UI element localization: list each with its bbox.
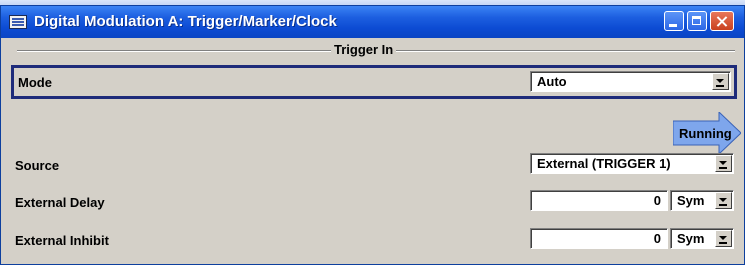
mode-label: Mode <box>18 75 52 90</box>
window-menu-icon[interactable] <box>9 15 27 29</box>
chevron-down-icon[interactable] <box>715 155 732 172</box>
external-delay-value: 0 <box>653 193 661 208</box>
mode-select[interactable]: Auto <box>530 71 731 92</box>
external-inhibit-unit: Sym <box>677 231 705 246</box>
maximize-button[interactable] <box>687 11 707 31</box>
window-title: Digital Modulation A: Trigger/Marker/Clo… <box>34 13 337 30</box>
minimize-button[interactable] <box>664 11 684 31</box>
mode-select-value: Auto <box>537 74 567 89</box>
source-label: Source <box>15 158 60 173</box>
chevron-down-icon[interactable] <box>715 192 732 209</box>
close-button[interactable] <box>710 11 734 31</box>
external-inhibit-value: 0 <box>653 231 661 246</box>
external-inhibit-unit-select[interactable]: Sym <box>670 228 734 249</box>
source-select[interactable]: External (TRIGGER 1) <box>530 153 734 174</box>
mode-row: Mode Auto <box>11 65 737 99</box>
external-inhibit-input[interactable]: 0 <box>530 228 668 249</box>
external-delay-unit-select[interactable]: Sym <box>670 190 734 211</box>
dialog-window: Digital Modulation A: Trigger/Marker/Clo… <box>0 5 745 265</box>
external-delay-input[interactable]: 0 <box>530 190 668 211</box>
external-inhibit-label: External Inhibit <box>15 233 109 248</box>
external-delay-unit: Sym <box>677 193 705 208</box>
running-status-text: Running <box>679 126 732 141</box>
title-bar[interactable]: Digital Modulation A: Trigger/Marker/Clo… <box>1 6 744 38</box>
section-title: Trigger In <box>331 42 397 57</box>
chevron-down-icon[interactable] <box>712 73 729 90</box>
external-delay-label: External Delay <box>15 195 105 210</box>
source-select-value: External (TRIGGER 1) <box>537 156 671 171</box>
running-status-indicator: Running <box>673 112 741 154</box>
chevron-down-icon[interactable] <box>715 230 732 247</box>
